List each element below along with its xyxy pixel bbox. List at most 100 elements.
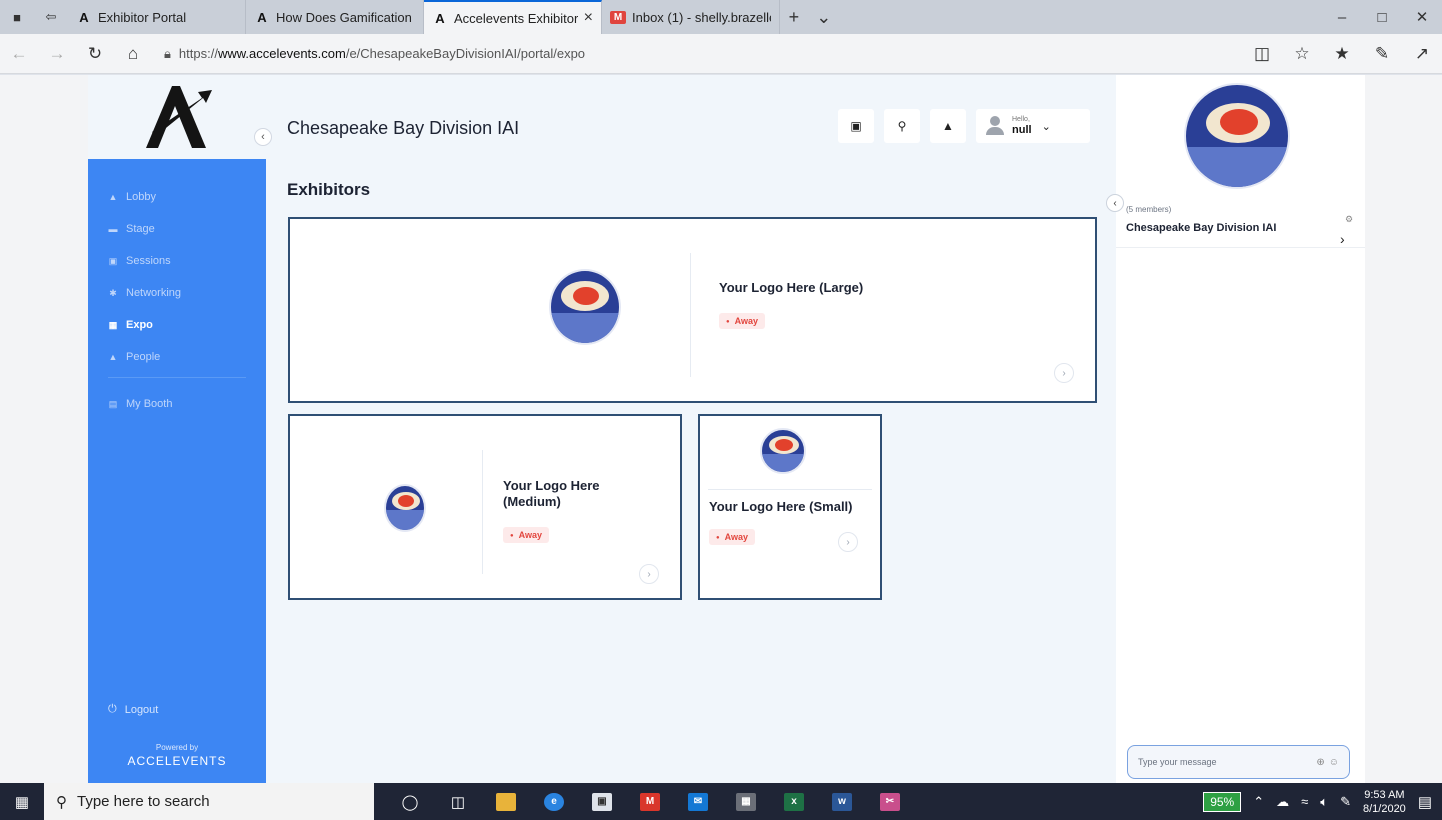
- task-view-icon[interactable]: ◫: [434, 783, 482, 820]
- user-name: null: [1012, 124, 1032, 136]
- open-exhibitor-button[interactable]: ›: [838, 532, 858, 552]
- browser-tab[interactable]: A How Does Gamification Wo: [246, 0, 424, 34]
- close-tab-icon[interactable]: ×: [584, 9, 593, 27]
- division-seal-logo: [1184, 83, 1290, 189]
- collapse-sidebar-button[interactable]: ‹: [254, 128, 272, 146]
- lock-icon: 🔒︎: [164, 45, 171, 61]
- minimize-icon[interactable]: –: [1322, 0, 1362, 34]
- cortana-icon[interactable]: ◯: [386, 783, 434, 820]
- search-icon: ⚲: [897, 119, 907, 133]
- browser-tab-active[interactable]: A Accelevents Exhibitor ×: [424, 0, 602, 34]
- clock-time: 9:53 AM: [1364, 788, 1405, 801]
- chat-panel: [1116, 75, 1365, 783]
- browser-tab[interactable]: M Inbox (1) - shelly.brazelle@c: [602, 0, 780, 34]
- clock-date: 8/1/2020: [1362, 802, 1406, 815]
- chevron-right-icon[interactable]: ›: [1340, 231, 1345, 247]
- gear-icon[interactable]: ⚙︎: [1345, 214, 1353, 225]
- onedrive-cloud-icon[interactable]: ☁: [1276, 794, 1289, 810]
- sidebar-item-networking[interactable]: ✱ Networking: [88, 277, 266, 309]
- sidebar-item-people[interactable]: ▲ People: [88, 341, 266, 373]
- member-count: (5 members): [1126, 205, 1172, 214]
- open-exhibitor-button[interactable]: ›: [1054, 363, 1074, 383]
- sidebar-item-stage[interactable]: ▬ Stage: [88, 213, 266, 245]
- battery-indicator[interactable]: 95%: [1203, 791, 1242, 812]
- sidebar-item-expo[interactable]: ▦ Expo: [88, 309, 266, 341]
- status-badge: Away: [709, 529, 755, 545]
- snipping-tool-icon[interactable]: ✂: [866, 783, 914, 820]
- notifications-icon[interactable]: ▤: [1418, 793, 1432, 811]
- new-tab-icon[interactable]: +: [789, 7, 800, 28]
- sidebar-item-label: Lobby: [126, 191, 156, 203]
- window-controls: – □ ✕: [1322, 0, 1442, 34]
- exhibitor-logo: [384, 484, 426, 532]
- browser-tab[interactable]: A Exhibitor Portal: [68, 0, 246, 34]
- accelevents-logo-icon: [146, 86, 212, 148]
- sidebar-item-label: Sessions: [126, 255, 171, 267]
- forward-icon[interactable]: →: [38, 44, 76, 64]
- tab-actions-icon[interactable]: ■: [0, 0, 34, 34]
- grid-icon: ▦: [108, 319, 118, 330]
- notifications-button[interactable]: ▲: [930, 109, 966, 143]
- clock[interactable]: 9:53 AM 8/1/2020: [1363, 788, 1406, 816]
- mcafee-icon[interactable]: M: [626, 783, 674, 820]
- wifi-icon[interactable]: ≈: [1301, 794, 1308, 809]
- sidebar-item-my-booth[interactable]: ▤ My Booth: [88, 388, 266, 420]
- calendar-button[interactable]: ▣: [838, 109, 874, 143]
- exhibitor-name: Your Logo Here (Large): [719, 280, 864, 295]
- accelevents-logo[interactable]: [88, 75, 266, 159]
- sidebar-item-sessions[interactable]: ▣ Sessions: [88, 245, 266, 277]
- pen-icon[interactable]: ✎: [1362, 44, 1402, 64]
- pen-workspace-icon[interactable]: ✎: [1340, 794, 1351, 810]
- maximize-icon[interactable]: □: [1362, 0, 1402, 34]
- exhibitor-card-medium[interactable]: Your Logo Here (Medium) Away ›: [288, 414, 682, 600]
- collapse-chat-button[interactable]: ‹: [1106, 194, 1124, 212]
- share-icon[interactable]: ↗: [1402, 44, 1442, 64]
- taskbar-search[interactable]: ⚲ Type here to search: [44, 783, 374, 820]
- sidebar-menu: ▲ Lobby ▬ Stage ▣ Sessions ✱ Networking …: [88, 181, 266, 420]
- exhibitor-name: Your Logo Here (Medium): [503, 478, 600, 509]
- favorite-star-icon[interactable]: ☆: [1282, 44, 1322, 64]
- reading-view-icon[interactable]: ◫: [1242, 44, 1282, 64]
- refresh-icon[interactable]: ↻: [76, 44, 114, 64]
- calculator-icon[interactable]: ▦: [722, 783, 770, 820]
- exhibitor-logo: [760, 428, 806, 474]
- exhibitor-card-small[interactable]: Your Logo Here (Small) Away ›: [698, 414, 882, 600]
- volume-muted-icon[interactable]: 🔈︎: [1320, 794, 1328, 810]
- avatar: [984, 116, 1006, 136]
- set-aside-tabs-icon[interactable]: ⇦: [34, 0, 68, 34]
- home-page-icon[interactable]: ⌂: [114, 44, 152, 64]
- powered-by: Powered by ACCELEVENTS: [88, 743, 266, 768]
- mail-icon[interactable]: ✉: [674, 783, 722, 820]
- home-icon: ▲: [108, 192, 118, 202]
- close-window-icon[interactable]: ✕: [1402, 0, 1442, 34]
- header-actions: ▣ ⚲ ▲ Hello, null ⌄: [838, 109, 1090, 143]
- open-exhibitor-button[interactable]: ›: [639, 564, 659, 584]
- edge-browser-icon[interactable]: e: [530, 783, 578, 820]
- store-icon[interactable]: ▣: [578, 783, 626, 820]
- chat-group-name[interactable]: Chesapeake Bay Division IAI: [1126, 222, 1276, 234]
- word-icon[interactable]: w: [818, 783, 866, 820]
- message-input[interactable]: Type your message ⊕ ☺: [1127, 745, 1350, 779]
- windows-start-icon[interactable]: ▦: [0, 793, 44, 811]
- logout-button[interactable]: ⏻︎ Logout: [108, 703, 158, 716]
- url-field[interactable]: 🔒︎ https://www.accelevents.com/e/Chesape…: [164, 46, 1204, 62]
- search-button[interactable]: ⚲: [884, 109, 920, 143]
- show-hidden-icons-icon[interactable]: ⌃: [1253, 794, 1264, 810]
- url-host: www.accelevents.com: [217, 46, 346, 61]
- accelevents-icon: A: [257, 9, 267, 25]
- excel-icon[interactable]: x: [770, 783, 818, 820]
- right-gutter: [1365, 75, 1442, 783]
- tab-list-chevron-icon[interactable]: ⌄: [816, 7, 831, 28]
- emoji-icon[interactable]: ☺: [1329, 757, 1339, 768]
- user-menu[interactable]: Hello, null ⌄: [976, 109, 1090, 143]
- left-gutter: [0, 75, 88, 783]
- exhibitor-card-large[interactable]: Your Logo Here (Large) Away ›: [288, 217, 1097, 403]
- sidebar: ▲ Lobby ▬ Stage ▣ Sessions ✱ Networking …: [88, 75, 266, 783]
- favorites-list-icon[interactable]: ★: [1322, 44, 1362, 64]
- sidebar-item-lobby[interactable]: ▲ Lobby: [88, 181, 266, 213]
- networking-icon: ✱: [109, 287, 117, 298]
- sidebar-item-label: My Booth: [126, 398, 173, 410]
- back-icon[interactable]: ←: [0, 44, 38, 64]
- add-attachment-icon[interactable]: ⊕: [1316, 757, 1324, 768]
- file-explorer-icon[interactable]: [482, 783, 530, 820]
